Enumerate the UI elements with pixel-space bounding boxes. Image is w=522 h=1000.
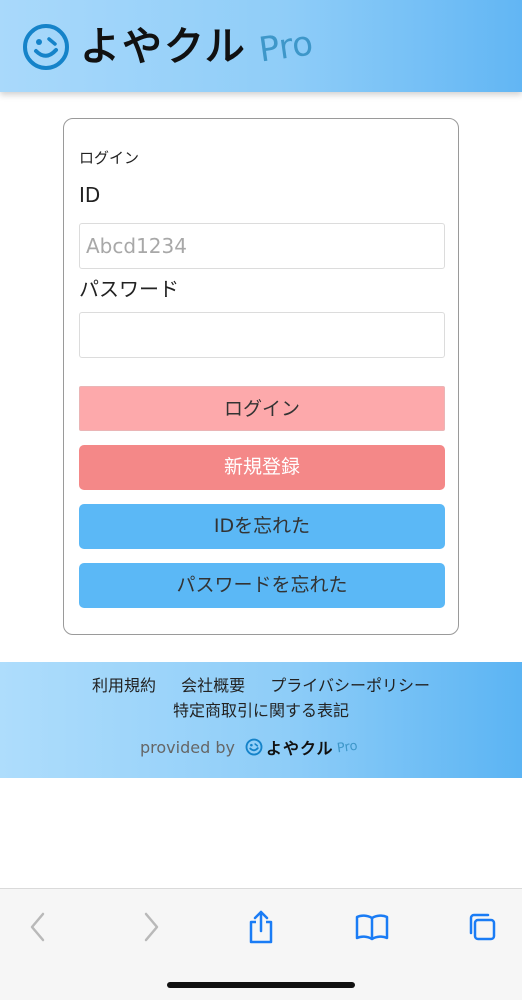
footer-logo-pro-suffix: Pro: [336, 738, 360, 756]
app-header: よやクル Pro: [0, 0, 522, 92]
id-input[interactable]: [79, 223, 445, 269]
login-card-title: ログイン: [79, 149, 140, 167]
forgot-id-button[interactable]: IDを忘れた: [79, 504, 445, 549]
login-button[interactable]: ログイン: [79, 386, 445, 431]
bookmarks-icon: [355, 914, 389, 941]
share-icon: [249, 910, 273, 944]
commerce-law-link[interactable]: 特定商取引に関する表記: [0, 697, 522, 721]
provided-by-text: provided by: [140, 737, 235, 757]
login-card: ログイン ID パスワード ログイン 新規登録 IDを忘れた パスワードを忘れた: [63, 118, 459, 635]
logo-text: よやクル: [80, 24, 247, 70]
logo-pro-suffix: Pro: [256, 23, 316, 71]
footer-links: 利用規約 会社概要 プライバシーポリシー: [0, 672, 522, 696]
password-input[interactable]: [79, 312, 445, 358]
page-footer: 利用規約 会社概要 プライバシーポリシー 特定商取引に関する表記 provide…: [0, 662, 522, 778]
back-icon: [30, 912, 45, 942]
privacy-link[interactable]: プライバシーポリシー: [270, 676, 430, 695]
tabs-icon: [469, 913, 496, 941]
back-button[interactable]: [18, 907, 58, 947]
home-indicator: [167, 982, 355, 988]
company-link[interactable]: 会社概要: [181, 676, 245, 695]
smile-logo-icon: [23, 24, 69, 70]
register-button[interactable]: 新規登録: [79, 445, 445, 490]
forgot-password-button[interactable]: パスワードを忘れた: [79, 563, 445, 608]
tabs-button[interactable]: [462, 907, 502, 947]
smile-logo-icon: [245, 738, 263, 756]
password-label: パスワード: [79, 277, 179, 301]
app-logo[interactable]: よやクル Pro: [22, 20, 315, 74]
terms-link[interactable]: 利用規約: [92, 676, 156, 695]
forward-icon: [144, 912, 159, 942]
provided-by: provided by よやクル Pro: [140, 736, 360, 759]
footer-logo-text: よやクル: [265, 739, 334, 758]
bookmarks-button[interactable]: [352, 907, 392, 947]
id-label: ID: [79, 183, 101, 207]
forward-button[interactable]: [131, 907, 171, 947]
share-button[interactable]: [241, 907, 281, 947]
